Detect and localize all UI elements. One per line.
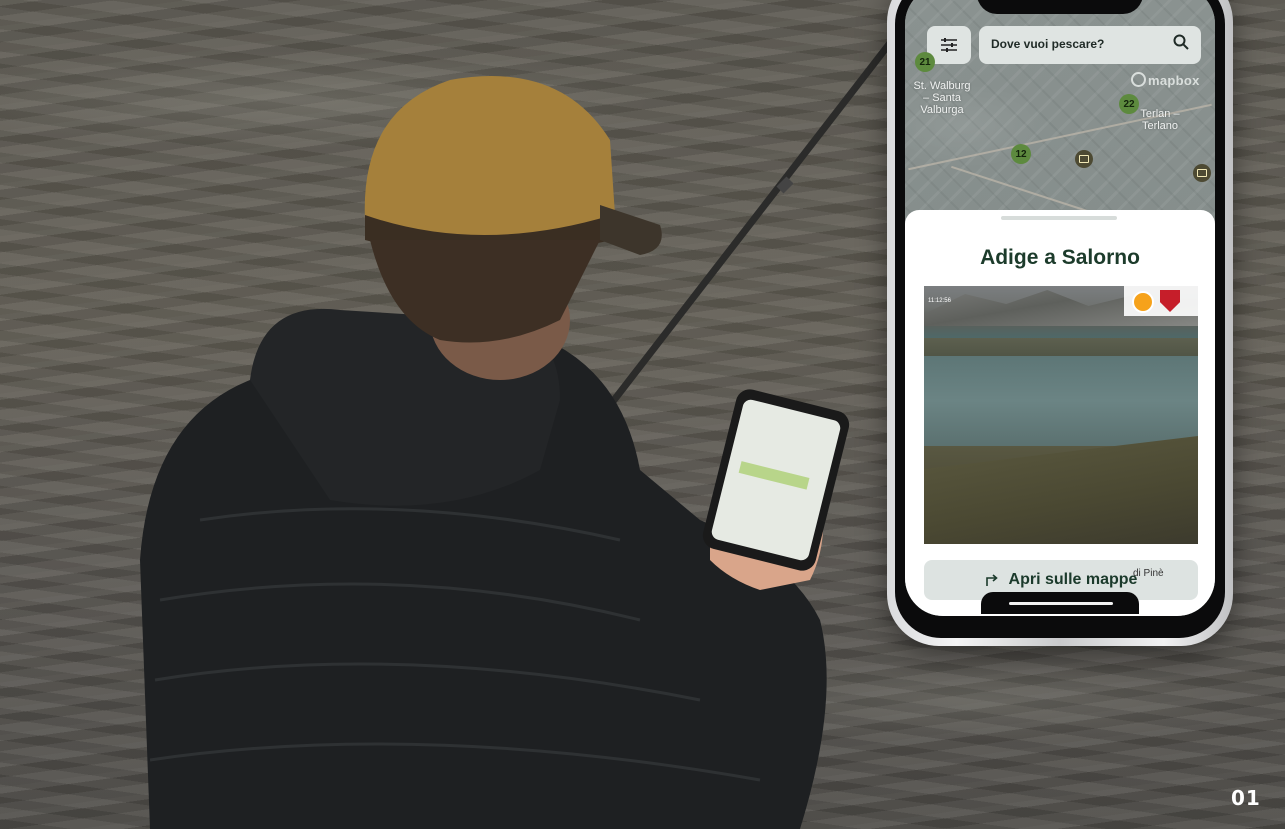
phone-mockup: Dove vuoi pescare? mapbox 21 22 12 St. W… bbox=[887, 0, 1233, 646]
open-in-maps-label: Apri sulle mappe bbox=[1008, 571, 1138, 588]
webcam-river bbox=[924, 356, 1198, 446]
webcam-image[interactable]: 11:12:56 bbox=[924, 286, 1198, 544]
camera-icon bbox=[1197, 169, 1207, 177]
map-marker[interactable]: 12 bbox=[1011, 144, 1031, 164]
phone-screen: Dove vuoi pescare? mapbox 21 22 12 St. W… bbox=[905, 0, 1215, 616]
search-input[interactable]: Dove vuoi pescare? bbox=[991, 37, 1104, 51]
camera-icon bbox=[1079, 155, 1089, 163]
mapbox-logo-icon bbox=[1131, 72, 1146, 87]
sheet-drag-handle[interactable] bbox=[1001, 216, 1117, 220]
mapbox-attribution[interactable]: mapbox bbox=[1131, 72, 1200, 88]
sliders-icon bbox=[941, 38, 957, 52]
map-marker[interactable]: 21 bbox=[915, 52, 935, 72]
webcam-marker[interactable] bbox=[1193, 164, 1211, 182]
location-title: Adige a Salorno bbox=[980, 246, 1140, 269]
webcam-levee bbox=[924, 436, 1198, 544]
location-bottom-sheet: Adige a Salorno 11:12:56 Apri sulle mapp… bbox=[905, 210, 1215, 616]
place-line: Terlano bbox=[1141, 120, 1179, 132]
marker-count: 12 bbox=[1015, 148, 1027, 160]
marker-count: 21 bbox=[919, 56, 931, 68]
civil-protection-logo-icon bbox=[1132, 291, 1154, 313]
webcam-timestamp: 11:12:56 bbox=[928, 298, 951, 304]
home-indicator[interactable] bbox=[1009, 602, 1113, 605]
page-number-badge: 01 bbox=[1231, 786, 1261, 810]
place-line: – Santa bbox=[923, 92, 961, 104]
place-line: Terlan – bbox=[1140, 108, 1180, 120]
phone-notch bbox=[977, 0, 1143, 14]
search-bar[interactable]: Dove vuoi pescare? bbox=[979, 26, 1201, 64]
place-line: Valburga bbox=[920, 104, 964, 116]
webcam-marker[interactable] bbox=[1075, 150, 1093, 168]
place-label-st-walburg: St. Walburg – Santa Valburga bbox=[909, 80, 975, 116]
search-icon[interactable] bbox=[1173, 34, 1189, 50]
map-place-label: di Pinè bbox=[1133, 568, 1164, 579]
place-line: St. Walburg bbox=[913, 80, 971, 92]
place-label-terlan: Terlan – Terlano bbox=[1127, 108, 1193, 132]
mapbox-label: mapbox bbox=[1148, 73, 1200, 88]
turn-right-arrow-icon bbox=[985, 574, 998, 586]
